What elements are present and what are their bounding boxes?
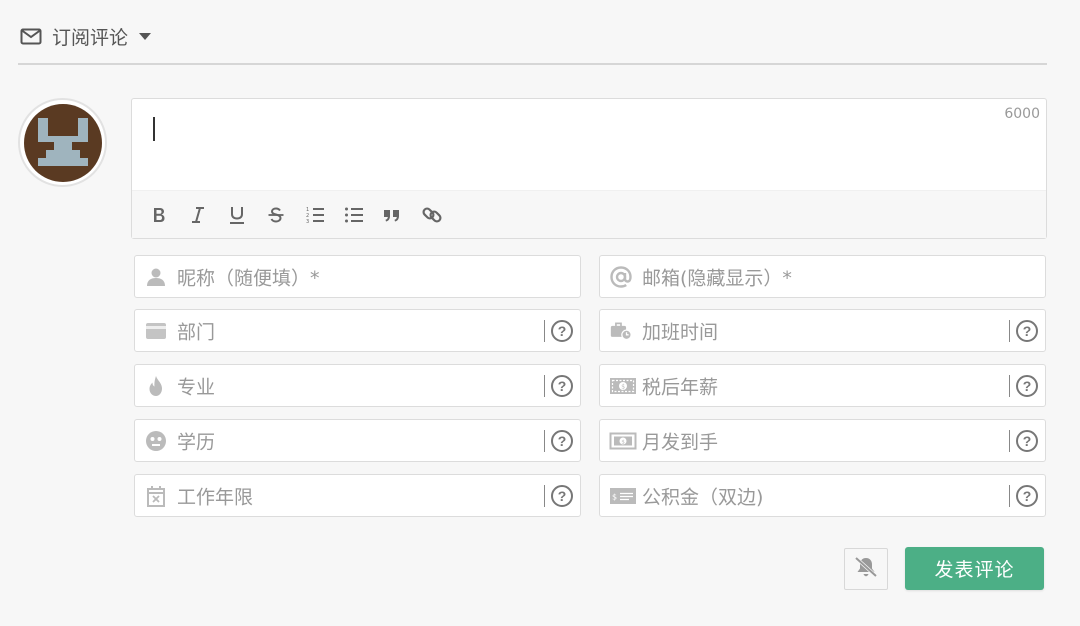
overtime-field[interactable]: 加班时间 ? [599,309,1046,352]
money-bill-icon: $ [609,375,637,397]
work-years-placeholder: 工作年限 [177,486,254,508]
help-icon[interactable]: ? [551,429,573,452]
italic-icon[interactable] [190,200,229,230]
department-field[interactable]: 部门 ? [134,309,581,352]
subscribe-label: 订阅评论 [52,26,129,49]
help-icon[interactable]: ? [1016,429,1038,452]
help-icon[interactable]: ? [1016,374,1038,397]
field-separator [1009,375,1010,397]
housing-fund-placeholder: 公积金（双边) [642,486,764,508]
card-icon [145,320,167,342]
money-outline-icon: $ [609,430,637,452]
field-separator [1009,430,1010,452]
user-icon [145,266,167,288]
education-placeholder: 学历 [177,431,216,453]
salary-placeholder: 税后年薪 [642,376,719,398]
ordered-list-icon[interactable]: 123 [305,200,344,230]
bell-off-icon [853,555,879,583]
housing-fund-field[interactable]: $ 公积金（双边) ? [599,474,1046,517]
underline-icon[interactable] [228,200,267,230]
field-separator [1009,485,1010,507]
envelope-icon [20,28,42,45]
bold-icon[interactable] [151,200,190,230]
calendar-x-icon [145,485,167,507]
svg-text:$: $ [621,383,625,390]
fire-icon [145,375,167,397]
help-icon[interactable]: ? [551,484,573,507]
svg-text:3: 3 [306,219,309,224]
svg-text:$: $ [612,492,617,501]
check-money-icon: $ [609,485,637,507]
nickname-placeholder: 昵称（随便填）* [177,267,320,289]
caret-down-icon [138,31,152,41]
svg-text:$: $ [621,439,625,445]
field-separator [544,485,545,507]
major-placeholder: 专业 [177,376,216,398]
quote-icon[interactable] [382,200,421,230]
strikethrough-icon[interactable] [267,200,306,230]
field-separator [1009,320,1010,342]
header-divider [18,63,1047,65]
char-limit-counter: 6000 [1004,106,1040,122]
briefcase-clock-icon [610,320,632,342]
field-separator [544,320,545,342]
department-placeholder: 部门 [177,321,216,343]
comment-editor[interactable]: 6000 123 [131,98,1047,239]
field-separator [544,375,545,397]
submit-comment-button[interactable]: 发表评论 [905,547,1044,590]
avatar [18,98,107,187]
avatar-image [23,103,102,182]
help-icon[interactable]: ? [1016,484,1038,507]
education-field[interactable]: 学历 ? [134,419,581,462]
bullet-list-icon[interactable] [344,200,383,230]
nickname-field[interactable]: 昵称（随便填）* [134,255,581,298]
comment-textarea[interactable] [132,99,1046,190]
email-field[interactable]: 邮箱(隐藏显示）* [599,255,1046,298]
monthly-pay-field[interactable]: $ 月发到手 ? [599,419,1046,462]
monthly-pay-placeholder: 月发到手 [642,431,719,453]
at-icon [610,265,632,288]
text-caret [153,117,155,141]
editor-toolbar: 123 [132,190,1046,238]
field-separator [544,430,545,452]
help-icon[interactable]: ? [1016,319,1038,342]
email-placeholder: 邮箱(隐藏显示）* [642,267,792,289]
salary-field[interactable]: $ 税后年薪 ? [599,364,1046,407]
face-icon [145,430,167,452]
overtime-placeholder: 加班时间 [642,321,719,343]
link-icon[interactable] [421,200,460,230]
help-icon[interactable]: ? [551,319,573,342]
mute-button[interactable] [844,548,888,590]
work-years-field[interactable]: 工作年限 ? [134,474,581,517]
major-field[interactable]: 专业 ? [134,364,581,407]
help-icon[interactable]: ? [551,374,573,397]
subscribe-dropdown[interactable]: 订阅评论 [20,22,152,50]
